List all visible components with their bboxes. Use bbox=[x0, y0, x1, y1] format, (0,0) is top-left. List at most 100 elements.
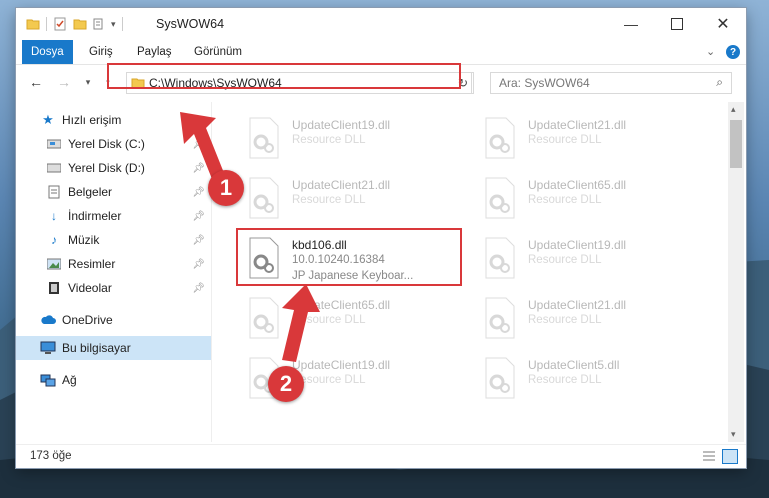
status-bar: 173 öğe bbox=[16, 444, 746, 468]
minimize-button[interactable]: — bbox=[608, 8, 654, 40]
list-item[interactable]: UpdateClient19.dll Resource DLL bbox=[238, 110, 468, 166]
file-name: UpdateClient65.dll bbox=[292, 298, 391, 312]
step-badge-2: 2 bbox=[268, 366, 304, 402]
vertical-scrollbar[interactable]: ▴ ▾ bbox=[728, 102, 744, 442]
pin-icon[interactable]: 📌︎ bbox=[192, 139, 205, 150]
list-item[interactable]: UpdateClient21.dll Resource DLL bbox=[474, 290, 704, 346]
divider bbox=[46, 17, 47, 31]
file-type: Resource DLL bbox=[528, 134, 602, 146]
minimize-icon: — bbox=[624, 16, 638, 32]
documents-icon bbox=[46, 184, 62, 200]
sidebar-item-pictures[interactable]: Resimler 📌︎ bbox=[16, 252, 211, 276]
dll-file-icon bbox=[485, 117, 515, 159]
back-button[interactable]: ← bbox=[26, 72, 46, 92]
dll-file-icon bbox=[485, 297, 515, 339]
window-title: SysWOW64 bbox=[156, 17, 225, 31]
sidebar-item-onedrive[interactable]: OneDrive bbox=[16, 308, 211, 332]
tab-paylas[interactable]: Paylaş bbox=[128, 40, 181, 64]
list-item[interactable]: UpdateClient5.dll Resource DLL bbox=[474, 350, 704, 406]
sidebar-item-label: İndirmeler bbox=[68, 209, 122, 223]
step-badge-1: 1 bbox=[208, 170, 244, 206]
file-type: Resource DLL bbox=[292, 314, 366, 326]
dll-file-icon bbox=[249, 117, 279, 159]
dll-file-icon bbox=[249, 297, 279, 339]
pin-icon[interactable]: 📌︎ bbox=[192, 235, 205, 246]
help-button[interactable]: ? bbox=[726, 45, 740, 59]
new-folder-icon[interactable] bbox=[73, 17, 87, 31]
search-input[interactable]: Ara: SysWOW64 bbox=[499, 76, 590, 90]
sidebar-item-this-pc[interactable]: Bu bilgisayar bbox=[16, 336, 211, 360]
recent-locations-button[interactable]: ▾ bbox=[78, 72, 98, 92]
details-view-icon[interactable] bbox=[702, 450, 716, 465]
sidebar-item-local-disk-c[interactable]: Yerel Disk (C:) 📌︎ bbox=[16, 132, 211, 156]
chevron-down-icon: ▾ bbox=[85, 76, 91, 87]
sidebar-item-label: Resimler bbox=[68, 257, 116, 271]
maximize-icon bbox=[671, 18, 683, 30]
sidebar-item-label: Yerel Disk (C:) bbox=[68, 137, 145, 151]
sidebar-item-videos[interactable]: Videolar 📌︎ bbox=[16, 276, 211, 300]
search-box[interactable]: Ara: SysWOW64 ⌕ bbox=[490, 72, 732, 94]
drive-icon bbox=[46, 136, 62, 152]
drive-icon bbox=[46, 160, 62, 176]
download-icon: ↓ bbox=[51, 209, 57, 223]
music-icon: ♪ bbox=[51, 233, 57, 247]
file-type: Resource DLL bbox=[528, 254, 602, 266]
pin-icon[interactable]: 📌︎ bbox=[192, 283, 205, 294]
list-item[interactable]: UpdateClient19.dll Resource DLL bbox=[474, 230, 704, 286]
list-item[interactable]: UpdateClient65.dll Resource DLL bbox=[474, 170, 704, 226]
tab-gorunum[interactable]: Görünüm bbox=[185, 40, 251, 64]
file-type: Resource DLL bbox=[528, 194, 602, 206]
maximize-button[interactable] bbox=[654, 8, 700, 40]
item-count: 173 öğe bbox=[30, 450, 72, 462]
video-icon bbox=[46, 280, 62, 296]
tab-dosya[interactable]: Dosya bbox=[22, 40, 73, 64]
pictures-icon bbox=[46, 256, 62, 272]
sidebar-item-label: Yerel Disk (D:) bbox=[68, 161, 145, 175]
address-bar-highlight bbox=[107, 63, 461, 89]
dll-file-icon bbox=[249, 177, 279, 219]
file-highlight bbox=[236, 228, 462, 286]
ribbon-tabs: Dosya Giriş Paylaş Görünüm ⌄ ? bbox=[16, 40, 746, 65]
pin-icon[interactable]: 📌︎ bbox=[192, 259, 205, 270]
sidebar-item-quick-access[interactable]: ★ Hızlı erişim bbox=[16, 108, 211, 132]
arrow-left-icon: ← bbox=[29, 74, 43, 90]
folder-icon[interactable] bbox=[26, 17, 40, 31]
file-type: Resource DLL bbox=[292, 134, 366, 146]
file-type: Resource DLL bbox=[292, 194, 366, 206]
customize-toolbar-icon[interactable] bbox=[93, 17, 109, 31]
dll-file-icon bbox=[485, 237, 515, 279]
file-name: UpdateClient5.dll bbox=[528, 358, 620, 372]
sidebar-item-label: Belgeler bbox=[68, 185, 113, 199]
sidebar-item-downloads[interactable]: ↓ İndirmeler 📌︎ bbox=[16, 204, 211, 228]
file-name: UpdateClient19.dll bbox=[292, 118, 391, 132]
pin-icon[interactable]: 📌︎ bbox=[192, 163, 205, 174]
forward-button[interactable]: → bbox=[54, 72, 74, 92]
list-item[interactable]: UpdateClient21.dll Resource DLL bbox=[238, 170, 468, 226]
large-icons-view-icon[interactable] bbox=[722, 449, 738, 464]
quick-access-toolbar: ▾ bbox=[26, 16, 129, 32]
pin-icon[interactable]: 📌︎ bbox=[192, 187, 205, 198]
expand-ribbon-icon[interactable]: ⌄ bbox=[706, 45, 715, 58]
dll-file-icon bbox=[485, 177, 515, 219]
file-name: UpdateClient21.dll bbox=[292, 178, 391, 192]
properties-icon[interactable] bbox=[53, 17, 67, 31]
sidebar-item-network[interactable]: Ağ bbox=[16, 368, 211, 392]
sidebar-item-music[interactable]: ♪ Müzik 📌︎ bbox=[16, 228, 211, 252]
file-name: UpdateClient65.dll bbox=[528, 178, 627, 192]
tab-giris[interactable]: Giriş bbox=[80, 40, 122, 64]
sidebar-item-label: Ağ bbox=[62, 373, 77, 387]
sidebar-item-documents[interactable]: Belgeler 📌︎ bbox=[16, 180, 211, 204]
search-icon: ⌕ bbox=[716, 75, 723, 89]
sidebar-item-label: Hızlı erişim bbox=[62, 113, 122, 127]
list-item[interactable]: UpdateClient65.dll Resource DLL bbox=[238, 290, 468, 346]
cloud-icon bbox=[40, 312, 56, 328]
sidebar-item-local-disk-d[interactable]: Yerel Disk (D:) 📌︎ bbox=[16, 156, 211, 180]
chevron-up-icon[interactable]: ▴ bbox=[731, 104, 736, 115]
close-button[interactable]: ✕ bbox=[700, 8, 746, 40]
pin-icon[interactable]: 📌︎ bbox=[192, 211, 205, 222]
star-icon: ★ bbox=[42, 112, 54, 127]
chevron-down-icon[interactable]: ▾ bbox=[731, 429, 736, 440]
chevron-down-icon[interactable]: ▾ bbox=[111, 19, 116, 30]
list-item[interactable]: UpdateClient21.dll Resource DLL bbox=[474, 110, 704, 166]
scrollbar-thumb[interactable] bbox=[730, 120, 742, 168]
